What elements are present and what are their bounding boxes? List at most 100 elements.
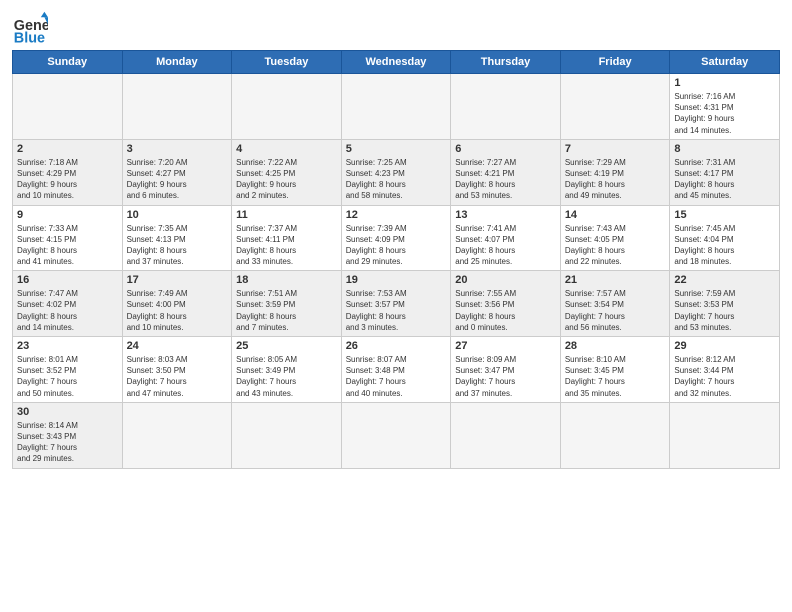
calendar-day: 10Sunrise: 7:35 AM Sunset: 4:13 PM Dayli… xyxy=(122,205,232,271)
calendar-day: 26 Sunrise: 8:07 AM Sunset: 3:48 PM Dayli… xyxy=(341,337,451,403)
calendar-day: 5Sunrise: 7:25 AM Sunset: 4:23 PM Daylig… xyxy=(341,139,451,205)
calendar-week-5: 23 Sunrise: 8:01 AM Sunset: 3:52 PM Dayli… xyxy=(13,337,780,403)
calendar-day xyxy=(670,402,780,468)
day-number: 23 xyxy=(17,340,118,352)
day-number: 15 xyxy=(674,209,775,221)
calendar-day xyxy=(13,74,123,140)
calendar-day xyxy=(341,74,451,140)
day-info: Sunrise: 7:29 AM Sunset: 4:19 PM Dayligh… xyxy=(565,157,666,202)
calendar-week-2: 2 Sunrise: 7:18 AM Sunset: 4:29 PM Daylig… xyxy=(13,139,780,205)
day-info: Sunrise: 8:03 AM Sunset: 3:50 PM Dayligh… xyxy=(127,354,228,399)
calendar-week-1: 1 Sunrise: 7:16 AM Sunset: 4:31 PM Daylig… xyxy=(13,74,780,140)
calendar-day: 28 Sunrise: 8:10 AM Sunset: 3:45 PM Dayli… xyxy=(560,337,670,403)
calendar-day: 11 Sunrise: 7:37 AM Sunset: 4:11 PM Dayli… xyxy=(232,205,342,271)
day-number: 29 xyxy=(674,340,775,352)
calendar-day: 19Sunrise: 7:53 AM Sunset: 3:57 PM Dayli… xyxy=(341,271,451,337)
day-info: Sunrise: 8:14 AM Sunset: 3:43 PM Dayligh… xyxy=(17,420,118,465)
day-info: Sunrise: 7:59 AM Sunset: 3:53 PM Dayligh… xyxy=(674,288,775,333)
day-info: Sunrise: 7:22 AM Sunset: 4:25 PM Dayligh… xyxy=(236,157,337,202)
day-number: 25 xyxy=(236,340,337,352)
day-info: Sunrise: 8:09 AM Sunset: 3:47 PM Dayligh… xyxy=(455,354,556,399)
day-number: 8 xyxy=(674,143,775,155)
day-info: Sunrise: 7:53 AM Sunset: 3:57 PM Dayligh… xyxy=(346,288,447,333)
calendar-header: SundayMondayTuesdayWednesdayThursdayFrid… xyxy=(13,51,780,74)
general-blue-logo-icon: General Blue xyxy=(12,10,48,46)
header: General Blue xyxy=(12,10,780,46)
day-number: 16 xyxy=(17,274,118,286)
day-info: Sunrise: 7:35 AM Sunset: 4:13 PM Dayligh… xyxy=(127,223,228,268)
day-info: Sunrise: 7:33 AM Sunset: 4:15 PM Dayligh… xyxy=(17,223,118,268)
calendar-day: 2 Sunrise: 7:18 AM Sunset: 4:29 PM Daylig… xyxy=(13,139,123,205)
calendar-day: 25 Sunrise: 8:05 AM Sunset: 3:49 PM Dayli… xyxy=(232,337,342,403)
day-info: Sunrise: 8:10 AM Sunset: 3:45 PM Dayligh… xyxy=(565,354,666,399)
day-info: Sunrise: 7:18 AM Sunset: 4:29 PM Dayligh… xyxy=(17,157,118,202)
day-info: Sunrise: 7:55 AM Sunset: 3:56 PM Dayligh… xyxy=(455,288,556,333)
day-number: 18 xyxy=(236,274,337,286)
day-info: Sunrise: 7:49 AM Sunset: 4:00 PM Dayligh… xyxy=(127,288,228,333)
calendar-day xyxy=(232,402,342,468)
calendar-day xyxy=(122,402,232,468)
day-info: Sunrise: 7:41 AM Sunset: 4:07 PM Dayligh… xyxy=(455,223,556,268)
day-info: Sunrise: 7:37 AM Sunset: 4:11 PM Dayligh… xyxy=(236,223,337,268)
day-number: 4 xyxy=(236,143,337,155)
day-info: Sunrise: 7:45 AM Sunset: 4:04 PM Dayligh… xyxy=(674,223,775,268)
day-number: 1 xyxy=(674,77,775,89)
day-info: Sunrise: 8:07 AM Sunset: 3:48 PM Dayligh… xyxy=(346,354,447,399)
logo: General Blue xyxy=(12,10,48,46)
calendar-day xyxy=(122,74,232,140)
day-header-friday: Friday xyxy=(560,51,670,74)
day-header-saturday: Saturday xyxy=(670,51,780,74)
day-info: Sunrise: 7:43 AM Sunset: 4:05 PM Dayligh… xyxy=(565,223,666,268)
day-number: 14 xyxy=(565,209,666,221)
calendar-day: 24Sunrise: 8:03 AM Sunset: 3:50 PM Dayli… xyxy=(122,337,232,403)
day-header-wednesday: Wednesday xyxy=(341,51,451,74)
calendar-week-3: 9 Sunrise: 7:33 AM Sunset: 4:15 PM Daylig… xyxy=(13,205,780,271)
calendar-day: 15 Sunrise: 7:45 AM Sunset: 4:04 PM Dayli… xyxy=(670,205,780,271)
calendar-day: 27Sunrise: 8:09 AM Sunset: 3:47 PM Dayli… xyxy=(451,337,561,403)
day-number: 20 xyxy=(455,274,556,286)
day-info: Sunrise: 7:27 AM Sunset: 4:21 PM Dayligh… xyxy=(455,157,556,202)
calendar: SundayMondayTuesdayWednesdayThursdayFrid… xyxy=(12,50,780,469)
day-info: Sunrise: 7:57 AM Sunset: 3:54 PM Dayligh… xyxy=(565,288,666,333)
day-number: 28 xyxy=(565,340,666,352)
calendar-day xyxy=(451,74,561,140)
day-info: Sunrise: 8:01 AM Sunset: 3:52 PM Dayligh… xyxy=(17,354,118,399)
calendar-day: 4 Sunrise: 7:22 AM Sunset: 4:25 PM Daylig… xyxy=(232,139,342,205)
calendar-day: 6 Sunrise: 7:27 AM Sunset: 4:21 PM Daylig… xyxy=(451,139,561,205)
calendar-day: 8Sunrise: 7:31 AM Sunset: 4:17 PM Daylig… xyxy=(670,139,780,205)
day-number: 9 xyxy=(17,209,118,221)
day-header-sunday: Sunday xyxy=(13,51,123,74)
calendar-day: 7 Sunrise: 7:29 AM Sunset: 4:19 PM Daylig… xyxy=(560,139,670,205)
day-number: 21 xyxy=(565,274,666,286)
calendar-day xyxy=(560,74,670,140)
day-number: 7 xyxy=(565,143,666,155)
calendar-day: 9 Sunrise: 7:33 AM Sunset: 4:15 PM Daylig… xyxy=(13,205,123,271)
day-info: Sunrise: 8:05 AM Sunset: 3:49 PM Dayligh… xyxy=(236,354,337,399)
day-number: 12 xyxy=(346,209,447,221)
calendar-day: 3Sunrise: 7:20 AM Sunset: 4:27 PM Daylig… xyxy=(122,139,232,205)
day-header-thursday: Thursday xyxy=(451,51,561,74)
day-info: Sunrise: 7:51 AM Sunset: 3:59 PM Dayligh… xyxy=(236,288,337,333)
calendar-week-6: 30Sunrise: 8:14 AM Sunset: 3:43 PM Dayli… xyxy=(13,402,780,468)
calendar-day xyxy=(341,402,451,468)
day-number: 5 xyxy=(346,143,447,155)
calendar-day: 14 Sunrise: 7:43 AM Sunset: 4:05 PM Dayli… xyxy=(560,205,670,271)
day-number: 26 xyxy=(346,340,447,352)
day-number: 2 xyxy=(17,143,118,155)
day-info: Sunrise: 7:39 AM Sunset: 4:09 PM Dayligh… xyxy=(346,223,447,268)
day-header-monday: Monday xyxy=(122,51,232,74)
calendar-day: 1 Sunrise: 7:16 AM Sunset: 4:31 PM Daylig… xyxy=(670,74,780,140)
day-number: 11 xyxy=(236,209,337,221)
day-info: Sunrise: 7:47 AM Sunset: 4:02 PM Dayligh… xyxy=(17,288,118,333)
calendar-day: 29Sunrise: 8:12 AM Sunset: 3:44 PM Dayli… xyxy=(670,337,780,403)
calendar-day: 30Sunrise: 8:14 AM Sunset: 3:43 PM Dayli… xyxy=(13,402,123,468)
calendar-body: 1 Sunrise: 7:16 AM Sunset: 4:31 PM Daylig… xyxy=(13,74,780,469)
calendar-week-4: 16 Sunrise: 7:47 AM Sunset: 4:02 PM Dayli… xyxy=(13,271,780,337)
day-number: 6 xyxy=(455,143,556,155)
calendar-day: 18 Sunrise: 7:51 AM Sunset: 3:59 PM Dayli… xyxy=(232,271,342,337)
day-number: 17 xyxy=(127,274,228,286)
calendar-day: 13Sunrise: 7:41 AM Sunset: 4:07 PM Dayli… xyxy=(451,205,561,271)
day-info: Sunrise: 7:16 AM Sunset: 4:31 PM Dayligh… xyxy=(674,91,775,136)
page: General Blue SundayMondayTuesdayWednesda… xyxy=(0,0,792,612)
svg-text:Blue: Blue xyxy=(14,30,45,46)
